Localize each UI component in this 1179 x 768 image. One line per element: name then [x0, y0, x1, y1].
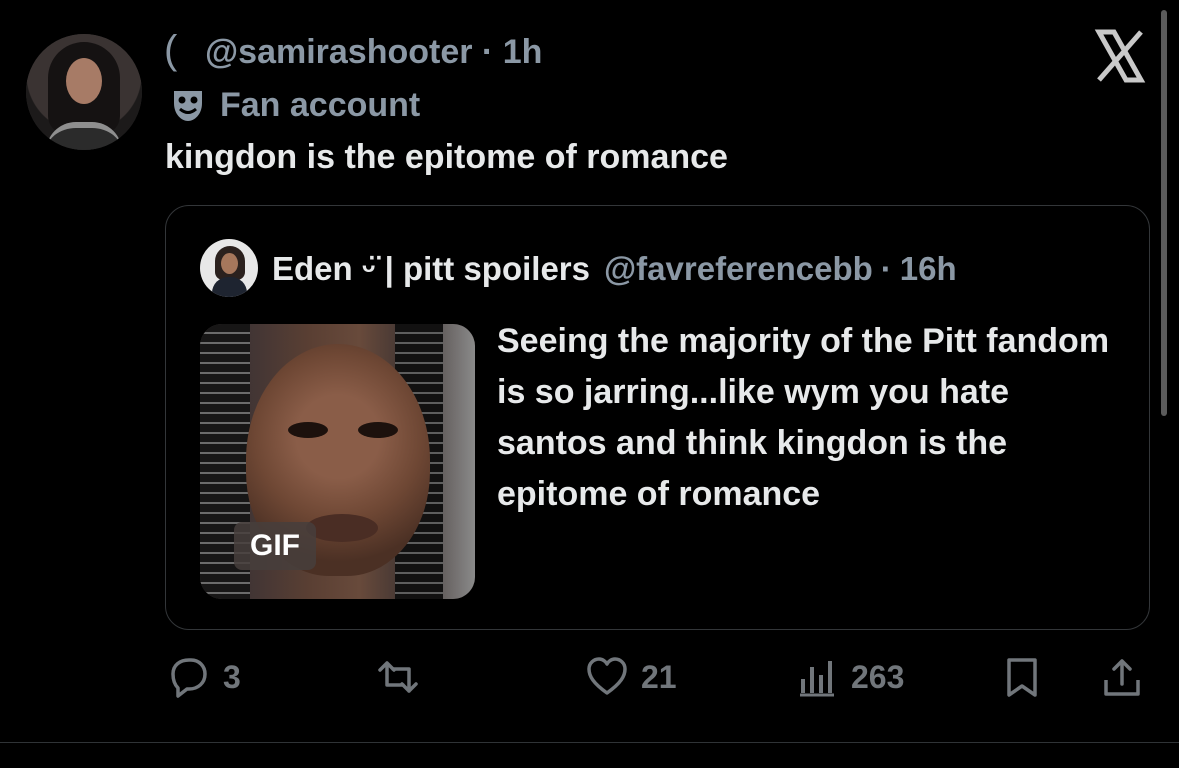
avatar-face [66, 58, 102, 104]
account-label-text: Fan account [220, 85, 421, 124]
gif-thumbnail[interactable]: GIF [200, 324, 475, 599]
like-button[interactable]: 21 [585, 655, 677, 699]
quoted-tweet-text: Seeing the majority of the Pitt fandom i… [497, 322, 1110, 513]
author-handle-line[interactable]: @samirashooter · 1h [205, 33, 542, 72]
gif-mouth [306, 514, 378, 542]
theater-mask-icon [174, 91, 202, 121]
reply-count: 3 [223, 658, 241, 695]
quoted-time: 16h [899, 250, 957, 287]
views-button[interactable]: 263 [795, 655, 904, 699]
bottom-divider [0, 742, 1179, 743]
quoted-avatar-body [212, 277, 247, 297]
repost-icon [378, 661, 418, 693]
reply-icon [171, 658, 207, 698]
quoted-tweet-card[interactable]: Eden ᵕ̈ | pitt spoilers @favreferencebb … [165, 205, 1150, 630]
scrollbar[interactable] [1161, 10, 1167, 416]
like-count: 21 [641, 658, 677, 695]
bookmark-button[interactable] [1000, 655, 1044, 699]
gif-eye-right [358, 422, 398, 438]
tweet-text: kingdon is the epitome of romance [165, 138, 728, 176]
x-logo-icon[interactable] [1090, 26, 1150, 86]
gif-badge: GIF [234, 522, 316, 570]
gif-eye-left [288, 422, 328, 438]
post-time: 1h [502, 33, 543, 71]
bookmark-icon [1007, 658, 1037, 697]
analytics-bars-icon [800, 661, 834, 697]
share-button[interactable] [1100, 655, 1144, 699]
quoted-time-separator: · [880, 250, 892, 287]
quoted-display-name[interactable]: Eden ᵕ̈ | pitt spoilers [272, 250, 590, 288]
action-bar: 3 21 263 [0, 655, 1179, 705]
quoted-handle[interactable]: @favreferencebb [604, 250, 873, 288]
quoted-author-avatar[interactable] [200, 239, 258, 297]
heart-icon [587, 657, 627, 695]
handle-prefix-icon: ( [164, 28, 178, 72]
quoted-avatar-face [221, 253, 238, 274]
author-avatar[interactable] [26, 34, 142, 150]
share-upload-icon [1104, 659, 1140, 696]
quoted-tweet-header: Eden ᵕ̈ | pitt spoilers @favreferencebb … [272, 250, 957, 288]
account-label: Fan account [170, 86, 420, 124]
author-handle[interactable]: @samirashooter [205, 33, 472, 71]
view-count: 263 [851, 658, 905, 695]
reply-button[interactable]: 3 [167, 655, 241, 699]
repost-button[interactable] [376, 655, 432, 699]
time-separator: · [481, 33, 494, 71]
